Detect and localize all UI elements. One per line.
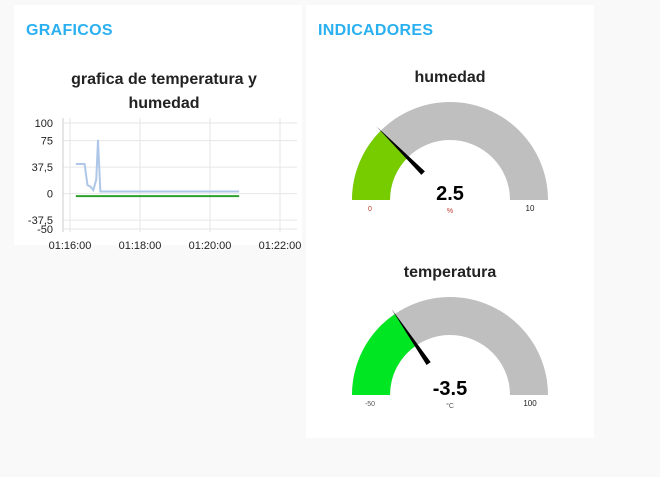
y-tick-label: 0 bbox=[47, 189, 53, 201]
series-line-humedad bbox=[75, 139, 240, 193]
gauge-value: -3.5 bbox=[433, 378, 467, 400]
x-tick-label: 01:18:00 bbox=[119, 240, 162, 252]
gauge-units: °C bbox=[446, 402, 454, 410]
x-tick-label: 01:16:00 bbox=[49, 240, 92, 252]
gauge-value: 2.5 bbox=[436, 183, 464, 205]
y-tick-label: -50 bbox=[37, 224, 53, 236]
gauge-min-label: -50 bbox=[365, 401, 375, 408]
gauge-min-label: 0 bbox=[368, 206, 372, 213]
gauge-units: % bbox=[447, 208, 453, 215]
temperature-humidity-chart: 1007537,50-37,5-5001:16:00 01:18:00 01:20:… bbox=[28, 118, 302, 252]
humedad-gauge: 2.5% 0 10 bbox=[352, 102, 548, 215]
x-tick-label: 01:20:00 bbox=[189, 240, 232, 252]
gauge-title-humedad: humedad bbox=[414, 69, 486, 86]
y-tick-label: 100 bbox=[35, 118, 53, 130]
indicadores-title: INDICADORES bbox=[318, 22, 434, 39]
temperatura-gauge: -3.5 °C -50 100 bbox=[352, 297, 548, 410]
gauge-max-label: 10 bbox=[526, 204, 535, 213]
gauge-title-temperatura: temperatura bbox=[403, 264, 497, 281]
x-tick-label: 01:22:00 bbox=[259, 240, 302, 252]
y-tick-label: 75 bbox=[41, 136, 53, 148]
gauge-max-label: 100 bbox=[523, 399, 537, 408]
y-tick-label: 37,5 bbox=[32, 162, 53, 174]
